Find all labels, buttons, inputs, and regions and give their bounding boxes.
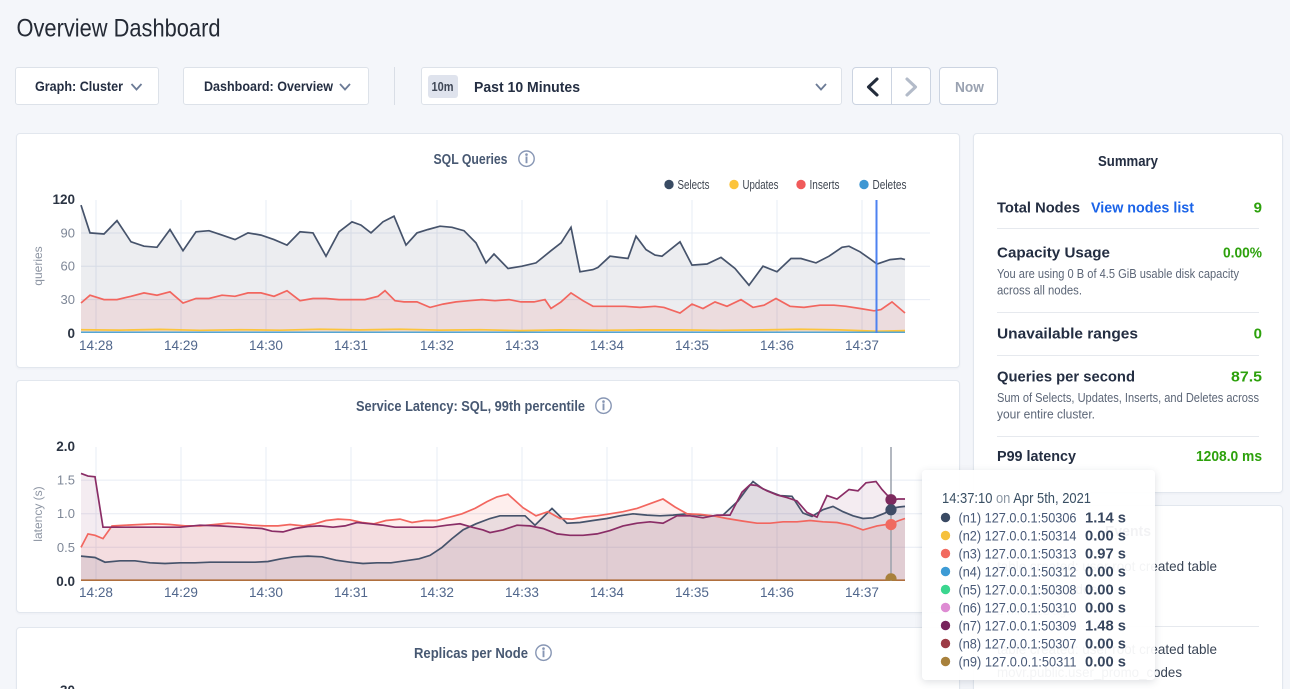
svg-text:(n2) 127.0.0.1:50314: (n2) 127.0.0.1:50314 [959, 528, 1077, 544]
svg-text:0.97 s: 0.97 s [1085, 547, 1126, 563]
svg-text:(n3) 127.0.0.1:50313: (n3) 127.0.0.1:50313 [959, 546, 1077, 562]
svg-text:1.14 s: 1.14 s [1085, 511, 1126, 527]
svg-text:0.00 s: 0.00 s [1085, 655, 1126, 671]
svg-text:14:37:10 on Apr 5th, 2021: 14:37:10 on Apr 5th, 2021 [942, 490, 1091, 507]
svg-text:0.00 s: 0.00 s [1085, 637, 1126, 653]
svg-text:(n8) 127.0.0.1:50307: (n8) 127.0.0.1:50307 [959, 636, 1077, 652]
svg-text:0.00 s: 0.00 s [1085, 565, 1126, 581]
svg-text:(n9) 127.0.0.1:50311: (n9) 127.0.0.1:50311 [959, 654, 1077, 670]
svg-text:0.00 s: 0.00 s [1085, 601, 1126, 617]
svg-text:(n6) 127.0.0.1:50310: (n6) 127.0.0.1:50310 [959, 600, 1077, 616]
svg-text:(n4) 127.0.0.1:50312: (n4) 127.0.0.1:50312 [959, 564, 1077, 580]
svg-text:0.00 s: 0.00 s [1085, 529, 1126, 545]
svg-text:(n7) 127.0.0.1:50309: (n7) 127.0.0.1:50309 [959, 618, 1077, 634]
svg-text:(n1) 127.0.0.1:50306: (n1) 127.0.0.1:50306 [959, 510, 1077, 526]
svg-text:1.48 s: 1.48 s [1085, 619, 1126, 635]
svg-text:(n5) 127.0.0.1:50308: (n5) 127.0.0.1:50308 [959, 582, 1077, 598]
svg-text:0.00 s: 0.00 s [1085, 583, 1126, 599]
